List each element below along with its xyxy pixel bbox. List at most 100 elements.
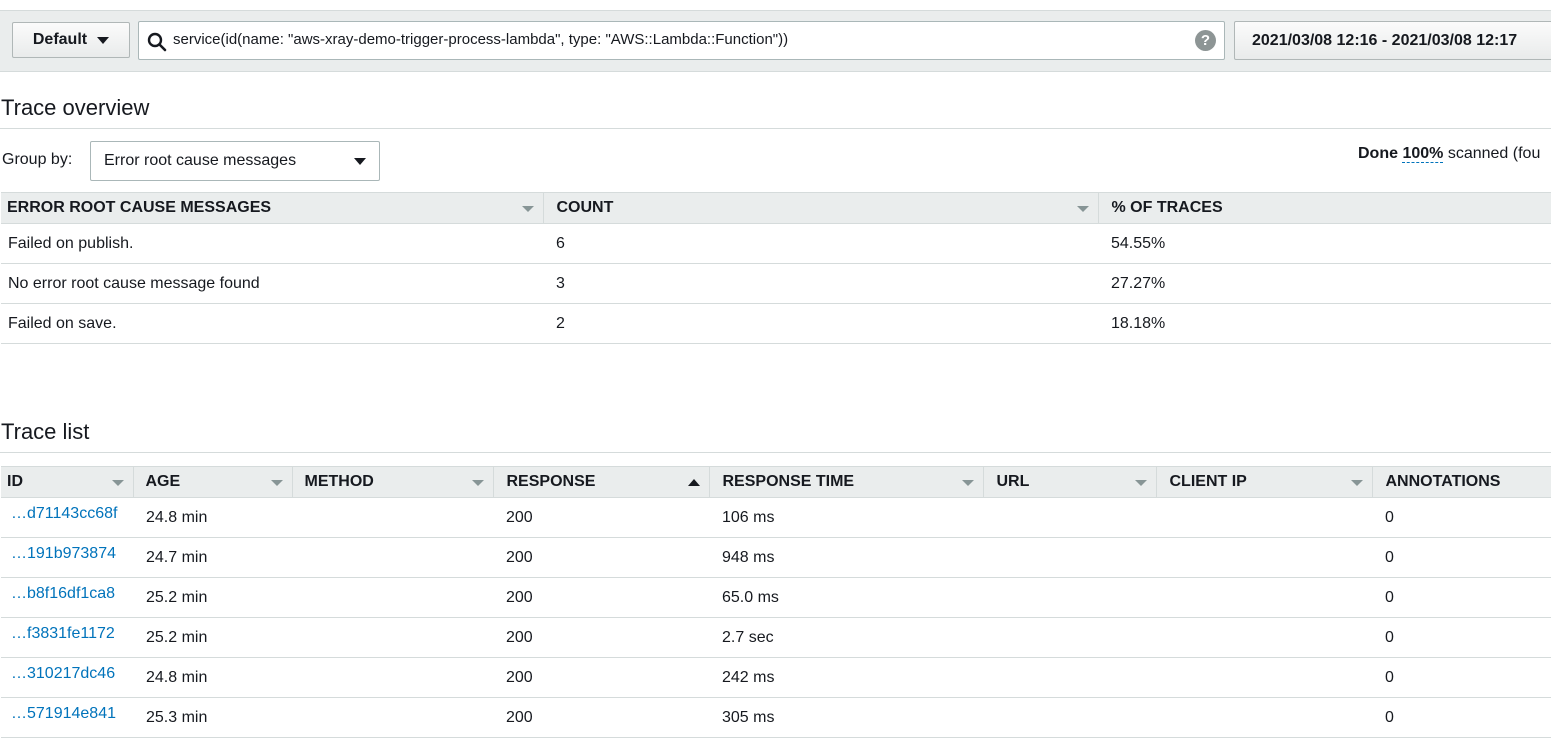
trace-id-cell: …191b973874 bbox=[1, 537, 133, 578]
group-selector-label: Default bbox=[32, 31, 88, 48]
client-ip-cell bbox=[1156, 577, 1372, 618]
column-header-url[interactable]: URL bbox=[983, 466, 1157, 498]
search-icon bbox=[147, 32, 167, 52]
response-time-cell: 2.7 sec bbox=[709, 617, 983, 658]
trace-list-table: ID AGE METHOD RESPONSE RESPONSE TIME URL… bbox=[1, 466, 1551, 738]
table-row[interactable]: Failed on save. 2 18.18% bbox=[1, 303, 1551, 344]
response-cell: 200 bbox=[493, 497, 709, 538]
count-cell: 6 bbox=[543, 223, 1098, 264]
trace-id-cell: …d71143cc68f bbox=[1, 497, 133, 538]
trace-list-title: Trace list bbox=[1, 419, 90, 444]
column-header-id[interactable]: ID bbox=[1, 466, 134, 498]
method-cell bbox=[292, 497, 493, 538]
age-cell: 24.7 min bbox=[133, 537, 292, 578]
group-selector-button[interactable]: Default bbox=[12, 22, 130, 58]
table-row[interactable]: Failed on publish. 6 54.55% bbox=[1, 223, 1551, 264]
client-ip-cell bbox=[1156, 497, 1372, 538]
response-time-cell: 948 ms bbox=[709, 537, 983, 578]
age-cell: 25.2 min bbox=[133, 577, 292, 618]
table-row[interactable]: …b8f16df1ca8 25.2 min 200 65.0 ms 0 bbox=[1, 577, 1551, 618]
age-cell: 24.8 min bbox=[133, 497, 292, 538]
help-icon[interactable]: ? bbox=[1195, 30, 1216, 51]
chevron-down-icon[interactable] bbox=[1134, 480, 1147, 486]
trace-id-link[interactable]: …571914e841 bbox=[11, 705, 116, 722]
divider bbox=[0, 128, 1551, 129]
trace-id-link[interactable]: …310217dc46 bbox=[11, 665, 115, 682]
chevron-down-icon[interactable] bbox=[111, 480, 124, 486]
annotations-cell: 0 bbox=[1372, 657, 1551, 698]
table-row[interactable]: …571914e841 25.3 min 200 305 ms 0 bbox=[1, 697, 1551, 738]
response-time-cell: 65.0 ms bbox=[709, 577, 983, 618]
url-cell bbox=[983, 497, 1156, 538]
column-header-response[interactable]: RESPONSE bbox=[493, 466, 710, 498]
response-time-cell: 305 ms bbox=[709, 697, 983, 738]
filter-expression-text: service(id(name: "aws-xray-demo-trigger-… bbox=[173, 31, 789, 48]
error-message-cell: No error root cause message found bbox=[1, 263, 543, 304]
table-row[interactable]: …310217dc46 24.8 min 200 242 ms 0 bbox=[1, 657, 1551, 698]
column-header-response-time[interactable]: RESPONSE TIME bbox=[709, 466, 984, 498]
chevron-down-icon[interactable] bbox=[1350, 480, 1363, 486]
table-header-row: ERROR ROOT CAUSE MESSAGES COUNT % OF TRA… bbox=[1, 192, 1551, 224]
sort-ascending-icon[interactable] bbox=[687, 479, 700, 486]
count-cell: 3 bbox=[543, 263, 1098, 304]
age-cell: 25.2 min bbox=[133, 617, 292, 658]
trace-overview-title: Trace overview bbox=[1, 95, 150, 120]
annotations-cell: 0 bbox=[1372, 697, 1551, 738]
group-by-label: Group by: bbox=[2, 151, 73, 168]
annotations-cell: 0 bbox=[1372, 537, 1551, 578]
column-header-count[interactable]: COUNT bbox=[543, 192, 1099, 224]
chevron-down-icon bbox=[97, 36, 110, 44]
response-cell: 200 bbox=[493, 697, 709, 738]
scan-status: Done 100% scanned (fou bbox=[1358, 145, 1540, 163]
method-cell bbox=[292, 577, 493, 618]
client-ip-cell bbox=[1156, 537, 1372, 578]
response-time-cell: 106 ms bbox=[709, 497, 983, 538]
error-message-cell: Failed on save. bbox=[1, 303, 543, 344]
response-time-cell: 242 ms bbox=[709, 657, 983, 698]
chevron-down-icon[interactable] bbox=[471, 480, 484, 486]
annotations-cell: 0 bbox=[1372, 617, 1551, 658]
trace-id-cell: …f3831fe1172 bbox=[1, 617, 133, 658]
trace-id-cell: …310217dc46 bbox=[1, 657, 133, 698]
time-range-button[interactable]: 2021/03/08 12:16 - 2021/03/08 12:17 bbox=[1234, 21, 1551, 60]
trace-id-link[interactable]: …d71143cc68f bbox=[11, 505, 117, 522]
chevron-down-icon[interactable] bbox=[270, 480, 283, 486]
column-header-annotations[interactable]: ANNOTATIONS bbox=[1372, 466, 1551, 498]
trace-id-link[interactable]: …f3831fe1172 bbox=[11, 625, 115, 642]
chevron-down-icon[interactable] bbox=[1076, 206, 1089, 212]
method-cell bbox=[292, 537, 493, 578]
count-cell: 2 bbox=[543, 303, 1098, 344]
table-row[interactable]: …d71143cc68f 24.8 min 200 106 ms 0 bbox=[1, 497, 1551, 538]
url-cell bbox=[983, 577, 1156, 618]
scan-done-label: Done bbox=[1358, 145, 1398, 162]
table-row[interactable]: No error root cause message found 3 27.2… bbox=[1, 263, 1551, 304]
method-cell bbox=[292, 617, 493, 658]
column-header-method[interactable]: METHOD bbox=[292, 466, 494, 498]
group-by-select[interactable]: Error root cause messages bbox=[90, 141, 380, 181]
url-cell bbox=[983, 537, 1156, 578]
error-message-cell: Failed on publish. bbox=[1, 223, 543, 264]
group-by-value: Error root cause messages bbox=[104, 152, 297, 169]
trace-overview-table: ERROR ROOT CAUSE MESSAGES COUNT % OF TRA… bbox=[1, 192, 1551, 344]
response-cell: 200 bbox=[493, 577, 709, 618]
chevron-down-icon bbox=[354, 158, 366, 165]
trace-id-link[interactable]: …b8f16df1ca8 bbox=[11, 585, 115, 602]
percent-cell: 18.18% bbox=[1098, 303, 1551, 344]
url-cell bbox=[983, 657, 1156, 698]
chevron-down-icon[interactable] bbox=[961, 480, 974, 486]
column-header-percent-of-traces[interactable]: % OF TRACES bbox=[1098, 192, 1551, 224]
table-header-row: ID AGE METHOD RESPONSE RESPONSE TIME URL… bbox=[1, 466, 1551, 498]
trace-id-link[interactable]: …191b973874 bbox=[11, 545, 116, 562]
column-header-error-root-cause[interactable]: ERROR ROOT CAUSE MESSAGES bbox=[1, 192, 544, 224]
scan-percent[interactable]: 100% bbox=[1402, 145, 1444, 163]
column-header-client-ip[interactable]: CLIENT IP bbox=[1156, 466, 1373, 498]
url-cell bbox=[983, 697, 1156, 738]
column-header-age[interactable]: AGE bbox=[133, 466, 293, 498]
percent-cell: 27.27% bbox=[1098, 263, 1551, 304]
annotations-cell: 0 bbox=[1372, 497, 1551, 538]
chevron-down-icon[interactable] bbox=[521, 206, 534, 212]
table-row[interactable]: …191b973874 24.7 min 200 948 ms 0 bbox=[1, 537, 1551, 578]
filter-expression-input[interactable]: service(id(name: "aws-xray-demo-trigger-… bbox=[138, 21, 1225, 60]
trace-id-cell: …571914e841 bbox=[1, 697, 133, 738]
table-row[interactable]: …f3831fe1172 25.2 min 200 2.7 sec 0 bbox=[1, 617, 1551, 658]
